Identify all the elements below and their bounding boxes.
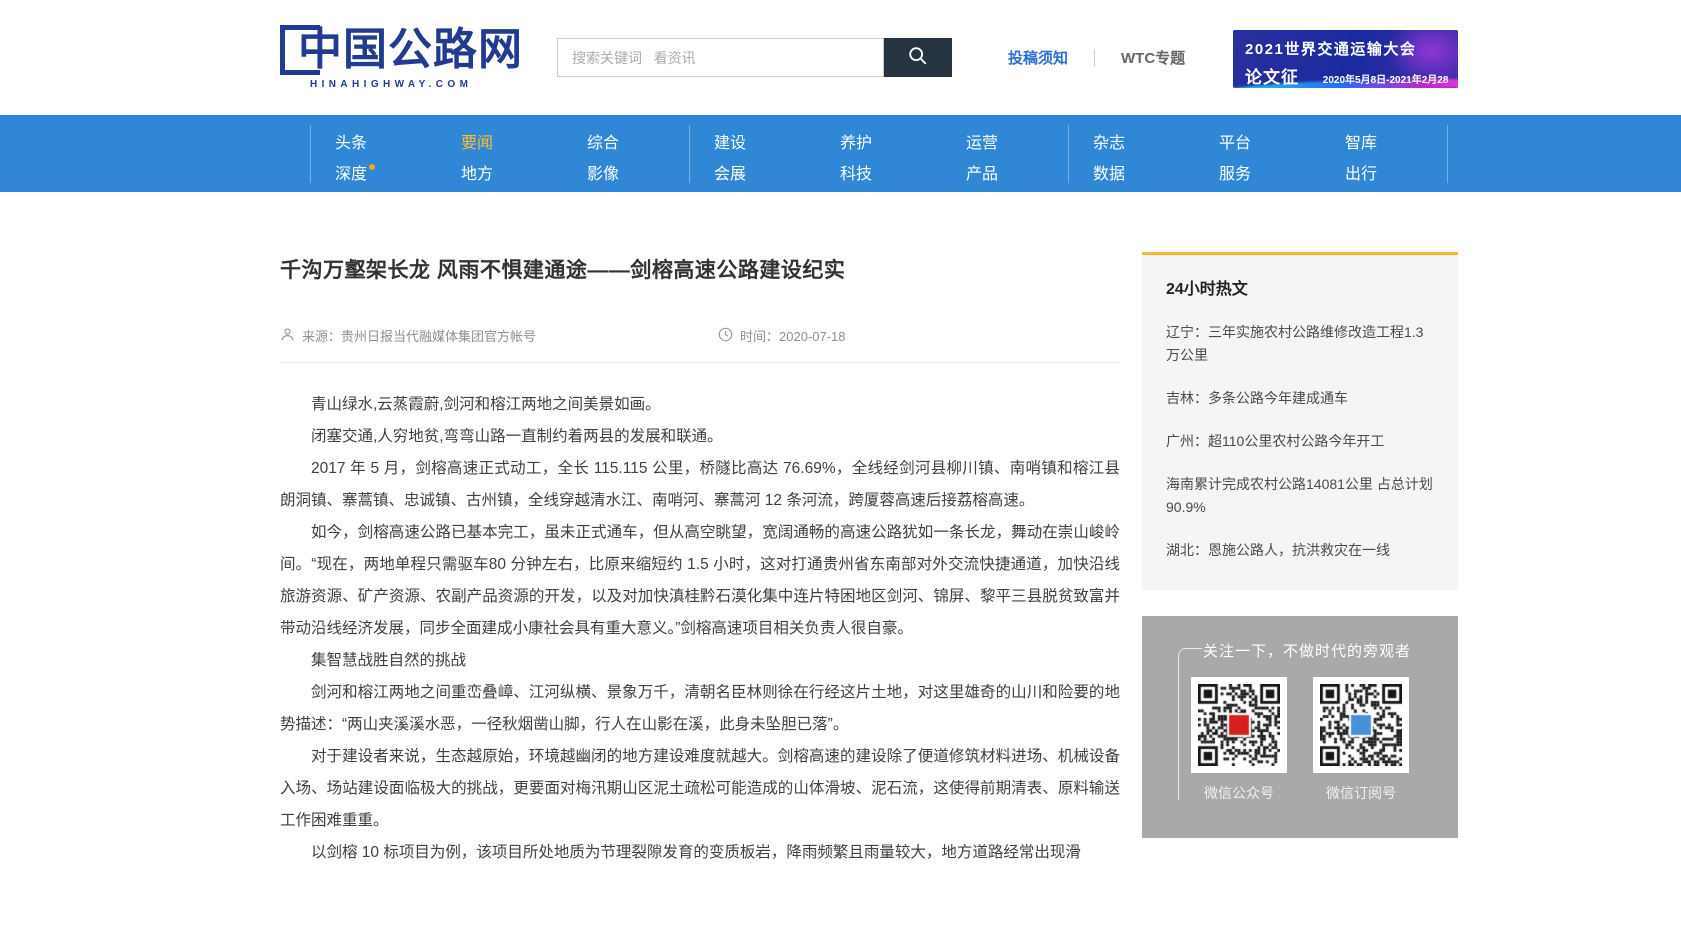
nav-group-3: 杂志 数据 平台 服务 智库 出行 [1068,125,1448,183]
article-paragraph: 集智慧战胜自然的挑战 [280,645,1120,677]
wechat-follow-panel: 关注一下，不做时代的旁观者 微信公众号 微信订阅号 [1142,616,1458,838]
article-title: 千沟万壑架长龙 风雨不惧建通途——剑榕高速公路建设纪实 [280,254,1120,284]
qr-code-canvas [1320,684,1402,766]
site-header: 中国公路网 HINAHIGHWAY.COM 投稿须知 WTC专题 2021世界交… [0,0,1681,115]
hot-article-link[interactable]: 海南累计完成农村公路14081公里 占总计划90.9% [1166,473,1434,519]
nav-item-keji[interactable]: 科技 [840,167,872,183]
article-paragraph: 青山绿水,云蒸霞蔚,剑河和榕江两地之间美景如画。 [280,389,1120,421]
qr-card-subscription-account: 微信订阅号 [1313,677,1409,803]
site-logo[interactable]: 中国公路网 HINAHIGHWAY.COM [280,25,565,90]
nav-item-fuwu[interactable]: 服务 [1219,167,1251,183]
hot-article-link[interactable]: 湖北：恩施公路人，抗洪救灾在一线 [1166,539,1434,562]
nav-item-zhiku[interactable]: 智库 [1345,136,1377,152]
article-meta: 来源：贵州日报当代融媒体集团官方帐号 时间：2020-07-18 [280,326,1120,345]
search-icon [907,45,929,70]
nav-item-difang[interactable]: 地方 [461,167,493,183]
nav-item-jianshe[interactable]: 建设 [714,136,746,152]
article-time: 时间：2020-07-18 [718,326,846,345]
nav-item-toutiao[interactable]: 头条 [335,136,367,152]
logo-title: 中国公路网 [298,28,523,72]
nav-item-yunying[interactable]: 运营 [966,136,998,152]
article-paragraph: 剑河和榕江两地之间重峦叠嶂、江河纵横、景象万千，清朝名臣林则徐在行经这片土地，对… [280,677,1120,741]
qr-label: 微信公众号 [1204,783,1274,803]
nav-col-headlines: 头条 深度 [311,136,437,183]
nav-col-construction: 建设 会展 [690,136,816,183]
person-icon [280,327,302,345]
nav-col-news: 要闻 地方 [437,136,563,183]
qr-code-canvas [1198,684,1280,766]
article: 千沟万壑架长龙 风雨不惧建通途——剑榕高速公路建设纪实 来源：贵州日报当代融媒体… [280,192,1120,869]
nav-col-general: 综合 影像 [563,136,689,183]
nav-item-chanpin[interactable]: 产品 [966,167,998,183]
nav-item-pingtai[interactable]: 平台 [1219,136,1251,152]
article-paragraph: 对于建设者来说，生态越原始，环境越幽闭的地方建设难度就越大。剑榕高速的建设除了便… [280,741,1120,837]
sidebar: 24小时热文 辽宁：三年实施农村公路维修改造工程1.3万公里 吉林：多条公路今年… [1142,192,1458,838]
article-source-label: 来源：贵州日报当代融媒体集团官方帐号 [302,326,536,345]
banner-title: 2021世界交通运输大会 [1245,38,1458,59]
nav-item-zonghe[interactable]: 综合 [587,136,619,152]
wechat-subscription-qr-code [1313,677,1409,773]
hot-article-link[interactable]: 广州：超110公里农村公路今年开工 [1166,430,1434,453]
nav-col-operation: 运营 产品 [942,136,1068,183]
article-time-label: 时间：2020-07-18 [740,326,846,345]
conference-banner-ad[interactable]: 2021世界交通运输大会 论文征集 2020年5月8日-2021年2月28日 [1233,30,1458,88]
wechat-official-qr-code [1191,677,1287,773]
search-bar [557,38,952,77]
article-paragraph: 如今，剑榕高速公路已基本完工，虽未正式通车，但从高空眺望，宽阔通畅的高速公路犹如… [280,517,1120,645]
submission-guidelines-link[interactable]: 投稿须知 [1008,47,1068,68]
nav-item-shendu-label: 深度 [335,166,367,183]
nav-col-maintenance: 养护 科技 [816,136,942,183]
article-paragraph: 闭塞交通,人穷地贫,弯弯山路一直制约着两县的发展和联通。 [280,421,1120,453]
main-content: 千沟万壑架长龙 风雨不惧建通途——剑榕高速公路建设纪实 来源：贵州日报当代融媒体… [280,192,1458,869]
hot-articles-title: 24小时热文 [1166,275,1434,299]
qr-label: 微信订阅号 [1326,783,1396,803]
nav-item-yingxiang[interactable]: 影像 [587,167,619,183]
follow-panel-title: 关注一下，不做时代的旁观者 [1142,640,1458,661]
article-body: 青山绿水,云蒸霞蔚,剑河和榕江两地之间美景如画。 闭塞交通,人穷地贫,弯弯山路一… [280,363,1120,869]
nav-group-1: 头条 深度 要闻 地方 综合 影像 [310,125,689,183]
clock-icon [718,327,740,345]
banner-dates: 2020年5月8日-2021年2月28日 [1323,71,1458,88]
nav-item-yanghu[interactable]: 养护 [840,136,872,152]
article-source: 来源：贵州日报当代融媒体集团官方帐号 [280,326,536,345]
nav-col-platform: 平台 服务 [1195,136,1321,183]
search-input[interactable] [557,38,884,77]
links-divider [1094,50,1095,66]
main-nav: 头条 深度 要闻 地方 综合 影像 建设 会展 养护 科技 运营 [0,115,1681,192]
nav-item-chuxing[interactable]: 出行 [1345,167,1377,183]
banner-cta: 论文征集 [1245,63,1317,88]
nav-col-magazine: 杂志 数据 [1069,136,1195,183]
nav-group-2: 建设 会展 养护 科技 运营 产品 [689,125,1068,183]
qr-row: 微信公众号 微信订阅号 [1142,677,1458,803]
nav-item-yaowen-active[interactable]: 要闻 [461,136,493,152]
nav-item-zazhi[interactable]: 杂志 [1093,136,1125,152]
nav-col-thinktank: 智库 出行 [1321,136,1447,183]
wtc-topic-link[interactable]: WTC专题 [1121,47,1185,68]
logo-subtitle: HINAHIGHWAY.COM [310,79,565,90]
new-badge-dot [369,164,375,170]
qr-card-official-account: 微信公众号 [1191,677,1287,803]
hot-articles-box: 24小时热文 辽宁：三年实施农村公路维修改造工程1.3万公里 吉林：多条公路今年… [1142,252,1458,590]
hot-article-link[interactable]: 吉林：多条公路今年建成通车 [1166,387,1434,410]
article-paragraph: 2017 年 5 月，剑榕高速正式动工，全长 115.115 公里，桥隧比高达 … [280,453,1120,517]
nav-item-shuju[interactable]: 数据 [1093,167,1125,183]
article-paragraph: 以剑榕 10 标项目为例，该项目所处地质为节理裂隙发育的变质板岩，降雨频繁且雨量… [280,837,1120,869]
search-button[interactable] [884,38,952,77]
nav-item-shendu[interactable]: 深度 [335,167,367,183]
header-links: 投稿须知 WTC专题 [1008,47,1185,68]
nav-item-huizhan[interactable]: 会展 [714,167,746,183]
hot-article-link[interactable]: 辽宁：三年实施农村公路维修改造工程1.3万公里 [1166,321,1434,367]
